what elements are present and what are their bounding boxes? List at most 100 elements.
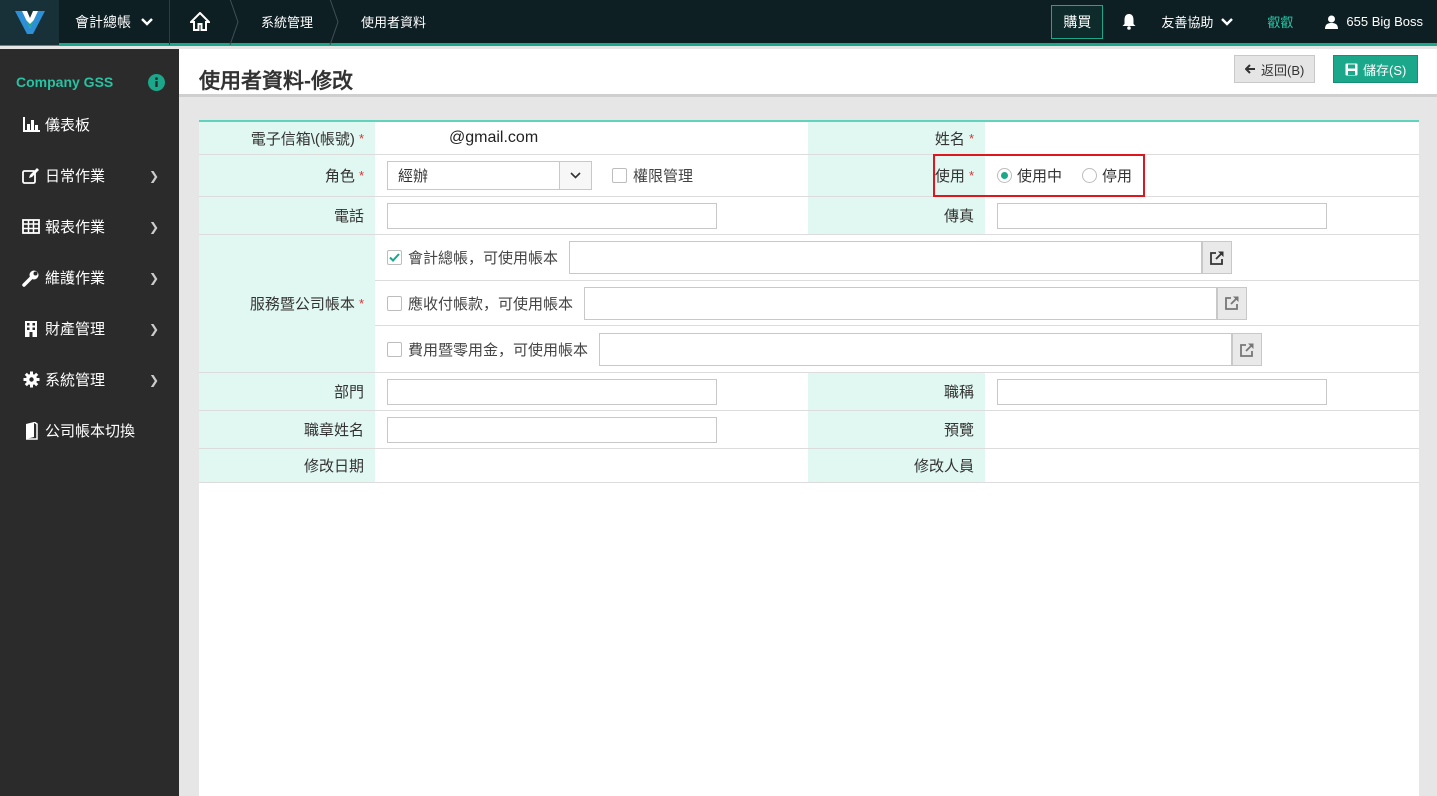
book-ar-open-button[interactable] bbox=[1217, 286, 1247, 320]
wrench-icon bbox=[20, 269, 42, 287]
page-header: 使用者資料-修改 返回(B) 儲存(S) bbox=[179, 49, 1437, 97]
bell-icon bbox=[1122, 14, 1136, 30]
chevron-down-icon bbox=[1221, 17, 1234, 26]
app-logo[interactable] bbox=[0, 0, 59, 45]
sidebar-item-label: 公司帳本切換 bbox=[45, 423, 136, 440]
book-icon bbox=[20, 421, 42, 440]
role-label: 角色 * bbox=[199, 155, 375, 196]
chevron-right-icon: ❯ bbox=[148, 168, 159, 183]
fax-label: 傳真 bbox=[808, 197, 985, 234]
breadcrumb-user-data: 使用者資料 bbox=[361, 15, 427, 30]
external-link-icon bbox=[1240, 343, 1254, 357]
sidebar-item-dashboard[interactable]: 儀表板 bbox=[0, 99, 179, 150]
sidebar-item-label: 財產管理 bbox=[45, 321, 106, 338]
jobtitle-label: 職稱 bbox=[808, 373, 985, 410]
email-label: 電子信箱\(帳號) * bbox=[199, 122, 375, 154]
sidebar-item-label: 維護作業 bbox=[45, 270, 106, 287]
book-expense-input[interactable] bbox=[599, 333, 1232, 366]
moddate-label: 修改日期 bbox=[199, 449, 375, 482]
book-ar-checkbox[interactable]: 應收付帳款，可使用帳本 bbox=[387, 293, 584, 314]
help-label: 友善協助 bbox=[1161, 15, 1214, 30]
checkbox-unchecked bbox=[612, 168, 627, 183]
arrow-left-icon bbox=[1245, 64, 1255, 74]
book-row-gl: 會計總帳，可使用帳本 bbox=[375, 235, 1419, 281]
back-button[interactable]: 返回(B) bbox=[1234, 55, 1316, 83]
sidebar-item-label: 報表作業 bbox=[45, 219, 106, 236]
external-link-icon bbox=[1225, 296, 1239, 310]
sidebar-item-reports[interactable]: 報表作業 ❯ bbox=[0, 201, 179, 252]
dept-input[interactable] bbox=[387, 378, 717, 405]
checkbox-unchecked bbox=[387, 295, 402, 311]
user-menu[interactable]: 655 Big Boss bbox=[1325, 14, 1423, 29]
sidebar-item-maintenance[interactable]: 維護作業 ❯ bbox=[0, 252, 179, 303]
notification-button[interactable] bbox=[1121, 13, 1141, 30]
save-button[interactable]: 儲存(S) bbox=[1333, 55, 1419, 83]
home-button[interactable] bbox=[169, 0, 229, 45]
book-gl-checkbox[interactable]: 會計總帳，可使用帳本 bbox=[387, 247, 569, 268]
sidebar-item-label: 日常作業 bbox=[45, 168, 106, 185]
role-select[interactable]: 經辦 bbox=[387, 161, 592, 190]
book-gl-input[interactable] bbox=[569, 241, 1202, 274]
stamp-input[interactable] bbox=[387, 416, 717, 443]
dept-label: 部門 bbox=[199, 373, 375, 410]
form-row-books: 服務暨公司帳本 * 會計總帳，可使用帳本 應收付帳款，可使用帳本 費用暨零用金，… bbox=[199, 235, 1419, 373]
user-name: 655 Big Boss bbox=[1346, 14, 1423, 29]
book-ar-input[interactable] bbox=[584, 286, 1217, 320]
sidebar-item-label: 儀表板 bbox=[45, 117, 91, 134]
company-name: Company GSS bbox=[16, 74, 114, 90]
form-row-stamp: 職章姓名 預覽 bbox=[199, 411, 1419, 449]
buy-button[interactable]: 購買 bbox=[1051, 4, 1104, 39]
gear-icon bbox=[20, 371, 42, 388]
hello-link[interactable]: 叡叡 bbox=[1267, 12, 1293, 31]
chevron-right-icon: ❯ bbox=[148, 372, 159, 387]
info-icon[interactable] bbox=[148, 73, 165, 91]
sidebar: Company GSS 儀表板 日常作業 ❯ 報表作業 ❯ 維護作業 ❯ 財產管… bbox=[0, 49, 179, 796]
highlight-box bbox=[933, 154, 1145, 197]
stamp-label: 職章姓名 bbox=[199, 411, 375, 448]
help-menu[interactable]: 友善協助 bbox=[1161, 12, 1234, 31]
chevron-right-icon: ❯ bbox=[148, 219, 159, 234]
phone-input[interactable] bbox=[387, 202, 717, 229]
table-icon bbox=[20, 219, 42, 234]
form-row-modified: 修改日期 修改人員 bbox=[199, 449, 1419, 483]
building-icon bbox=[20, 320, 42, 338]
external-link-icon bbox=[1210, 251, 1224, 265]
sidebar-item-daily[interactable]: 日常作業 ❯ bbox=[0, 150, 179, 201]
sidebar-item-switch-book[interactable]: 公司帳本切換 bbox=[0, 405, 179, 456]
home-icon bbox=[189, 12, 210, 31]
bar-chart-icon bbox=[20, 117, 42, 132]
book-row-ar: 應收付帳款，可使用帳本 bbox=[375, 281, 1419, 326]
sidebar-item-assets[interactable]: 財產管理 ❯ bbox=[0, 303, 179, 354]
fax-input[interactable] bbox=[997, 202, 1327, 229]
user-form: 電子信箱\(帳號) * @gmail.com 姓名 * 角色 * 經辦 權限管理 使用… bbox=[199, 120, 1419, 796]
edit-icon bbox=[20, 167, 42, 184]
app-name: 會計總帳 bbox=[75, 13, 131, 30]
moduser-label: 修改人員 bbox=[808, 449, 985, 482]
company-header: Company GSS bbox=[0, 49, 179, 99]
chevron-down-icon bbox=[559, 162, 591, 189]
books-label: 服務暨公司帳本 * bbox=[199, 235, 375, 372]
book-expense-checkbox[interactable]: 費用暨零用金，可使用帳本 bbox=[387, 339, 599, 360]
chevron-down-icon bbox=[141, 17, 153, 26]
floppy-icon bbox=[1345, 63, 1358, 75]
sidebar-item-label: 系統管理 bbox=[45, 372, 106, 389]
email-value: @gmail.com bbox=[449, 129, 539, 146]
form-row-phone: 電話 傳真 bbox=[199, 197, 1419, 235]
user-icon bbox=[1325, 15, 1339, 29]
breadcrumb-system[interactable]: 系統管理 bbox=[239, 0, 329, 45]
sidebar-item-system[interactable]: 系統管理 ❯ bbox=[0, 354, 179, 405]
checkbox-checked bbox=[387, 250, 402, 265]
app-switcher[interactable]: 會計總帳 bbox=[59, 0, 169, 45]
permission-checkbox[interactable]: 權限管理 bbox=[612, 165, 693, 186]
logo-icon bbox=[14, 10, 45, 34]
top-navbar: 會計總帳 系統管理 使用者資料 購買 友善協助 叡叡 655 Big Boss bbox=[0, 0, 1437, 46]
preview-label: 預覽 bbox=[808, 411, 985, 448]
phone-label: 電話 bbox=[199, 197, 375, 234]
chevron-right-icon: ❯ bbox=[148, 270, 159, 285]
breadcrumb-separator bbox=[329, 0, 339, 45]
checkbox-unchecked bbox=[387, 342, 402, 357]
jobtitle-input[interactable] bbox=[997, 378, 1327, 405]
form-row-role: 角色 * 經辦 權限管理 使用 * 使用中 停用 bbox=[199, 155, 1419, 197]
book-expense-open-button[interactable] bbox=[1232, 333, 1262, 366]
book-gl-open-button[interactable] bbox=[1202, 241, 1232, 274]
